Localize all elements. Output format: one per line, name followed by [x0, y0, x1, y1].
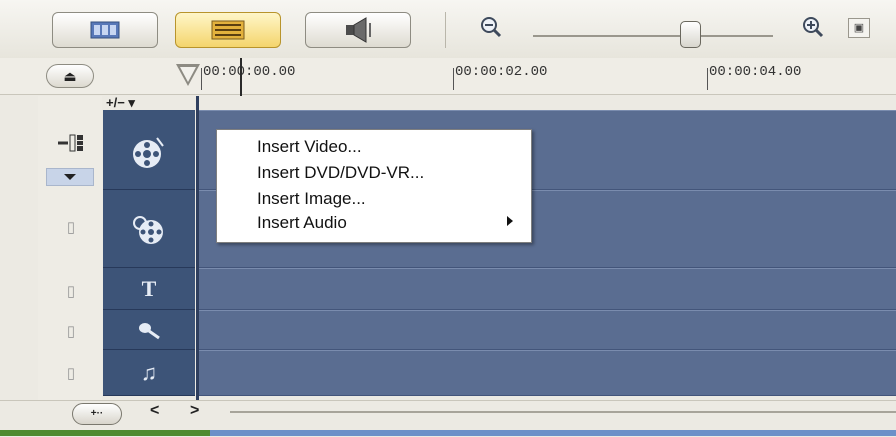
- toolbar-separator: [445, 12, 446, 48]
- storyboard-view-button[interactable]: [52, 12, 158, 48]
- menu-item-insert-video[interactable]: Insert Video...: [257, 134, 517, 160]
- speaker-icon: [346, 17, 371, 43]
- timeline-start-line: [196, 96, 199, 400]
- fit-to-window-icon[interactable]: ▣: [848, 18, 870, 38]
- lock-icon[interactable]: ▯: [44, 322, 98, 340]
- eject-icon[interactable]: ⏏: [46, 64, 94, 88]
- lock-icon[interactable]: ▯: [44, 364, 98, 382]
- microphone-icon: [139, 323, 160, 340]
- timecode-0: 00:00:00.00: [203, 64, 296, 80]
- lock-icon[interactable]: ▯: [44, 282, 98, 300]
- title-t-icon: T: [141, 276, 157, 301]
- scroll-left-icon[interactable]: <: [150, 402, 159, 420]
- music-note-icon: ♫: [140, 360, 158, 385]
- ruler-tick-0: [201, 68, 202, 90]
- timecode-1: 00:00:02.00: [455, 64, 548, 80]
- zoom-in-icon[interactable]: [800, 14, 826, 40]
- add-track-pill-button[interactable]: +··: [72, 403, 122, 425]
- menu-item-insert-audio[interactable]: Insert Audio: [257, 210, 517, 236]
- overlay-reel-icon: [133, 216, 163, 244]
- lock-icon[interactable]: ▯: [44, 218, 98, 236]
- context-menu: Insert Video... Insert DVD/DVD-VR... Ins…: [216, 129, 532, 243]
- ruler-tick-1: [453, 68, 454, 90]
- ruler-tick-2: [707, 68, 708, 90]
- film-reel-icon: [133, 137, 164, 168]
- music-track-area[interactable]: [196, 350, 896, 396]
- playhead-marker-inner: [180, 67, 196, 82]
- storyboard-icon: [90, 21, 120, 39]
- chevron-down-icon: [64, 174, 76, 180]
- horizontal-scrollbar[interactable]: [230, 411, 896, 413]
- timecode-2: 00:00:04.00: [709, 64, 802, 80]
- overlay-track-header[interactable]: [103, 190, 195, 268]
- title-track-header[interactable]: T: [103, 268, 195, 310]
- voice-track-header[interactable]: [103, 310, 195, 350]
- timeline-view-button[interactable]: [175, 12, 281, 48]
- music-track-header[interactable]: ♫: [103, 350, 195, 396]
- timeline-icon: [211, 20, 245, 40]
- zoom-out-icon[interactable]: [478, 14, 504, 40]
- playhead-line[interactable]: [240, 58, 242, 96]
- zoom-slider-track[interactable]: [533, 35, 773, 37]
- track-manager-icon[interactable]: [44, 132, 98, 158]
- submenu-arrow-icon: [507, 216, 513, 226]
- menu-item-insert-dvd[interactable]: Insert DVD/DVD-VR...: [257, 160, 517, 186]
- status-strip-green: [0, 430, 210, 436]
- title-track-area[interactable]: [196, 268, 896, 310]
- scroll-right-icon[interactable]: >: [190, 402, 199, 420]
- add-remove-track-button[interactable]: +/− ▾: [106, 96, 198, 110]
- audio-view-button[interactable]: [305, 12, 411, 48]
- track-dropdown[interactable]: [46, 168, 94, 186]
- menu-item-insert-image[interactable]: Insert Image...: [257, 186, 517, 212]
- voice-track-area[interactable]: [196, 310, 896, 350]
- video-track-header[interactable]: [103, 110, 195, 190]
- zoom-slider-thumb[interactable]: [680, 21, 701, 48]
- status-strip-blue: [210, 430, 896, 436]
